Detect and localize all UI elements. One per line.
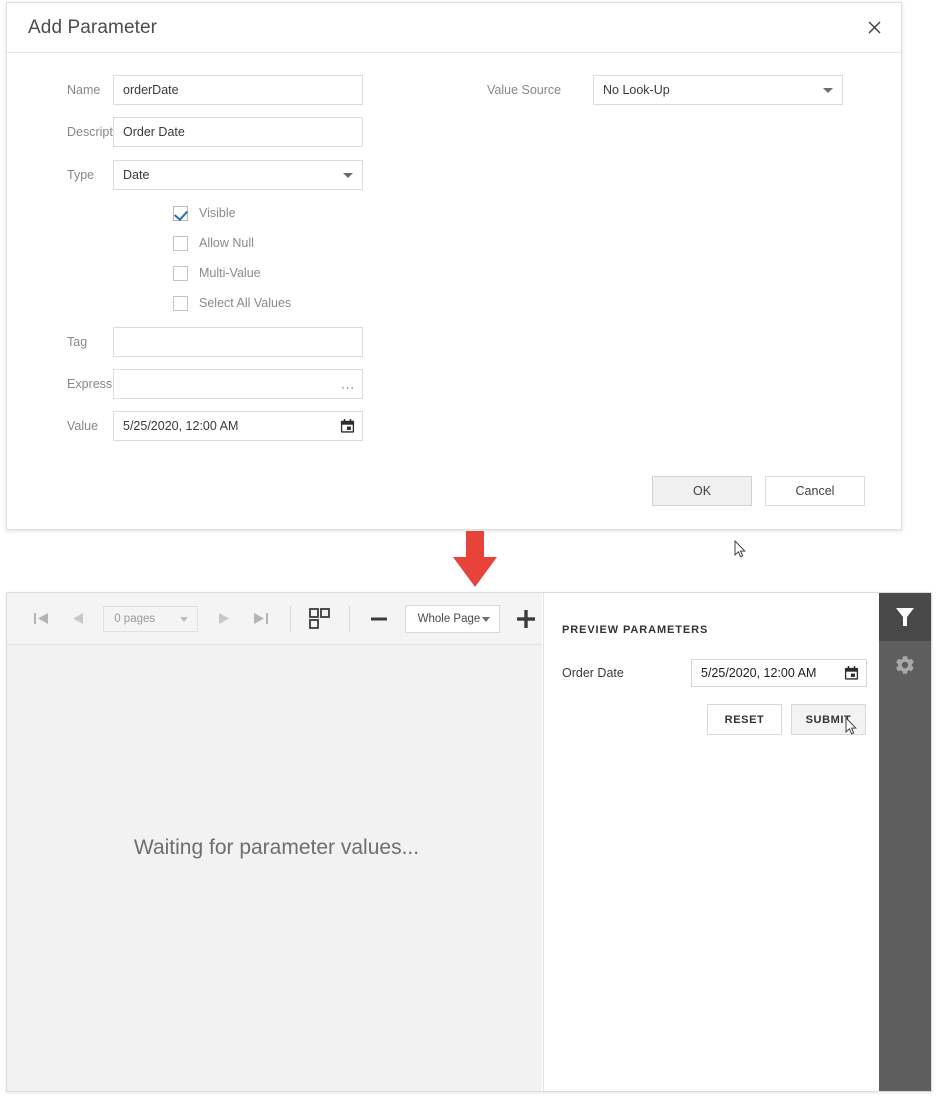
field-tag: Tag	[7, 327, 447, 357]
zoom-level-value: Whole Page	[417, 612, 481, 625]
field-type: Type Date	[7, 160, 447, 190]
preview-param-label: Order Date	[562, 666, 624, 680]
last-page-icon[interactable]	[244, 603, 276, 635]
ok-button[interactable]: OK	[652, 476, 752, 506]
dialog-header: Add Parameter	[7, 3, 901, 53]
chevron-right-icon[interactable]: ❯	[916, 593, 927, 605]
preview-param-input[interactable]	[691, 659, 867, 687]
screenshot-root: Add Parameter Name Description	[0, 0, 938, 1102]
next-page-icon[interactable]	[208, 603, 240, 635]
value-source-label: Value Source	[487, 83, 562, 97]
form-left-column: Name Description Type Date	[7, 53, 447, 453]
toolbar-divider	[348, 605, 350, 632]
previous-page-icon[interactable]	[61, 603, 93, 635]
type-select[interactable]: Date	[113, 160, 363, 190]
checkbox-visible-box[interactable]	[173, 205, 188, 221]
tag-input[interactable]	[113, 327, 363, 357]
value-label: Value	[67, 419, 99, 433]
checkbox-allow-null-label: Allow Null	[199, 236, 254, 250]
description-input[interactable]	[113, 117, 363, 147]
waiting-message: Waiting for parameter values...	[133, 836, 420, 859]
viewer-document-pane: 0 pages Whole Page Waiting for parameter…	[7, 593, 542, 1091]
mouse-cursor	[734, 539, 746, 559]
checkbox-select-all-values-label: Select All Values	[199, 296, 292, 310]
document-canvas: Waiting for parameter values...	[7, 645, 542, 1091]
zoom-in-icon[interactable]	[510, 603, 542, 635]
field-value: Value	[7, 411, 447, 441]
checkbox-multi-value-label: Multi-Value	[199, 266, 261, 280]
first-page-icon[interactable]	[25, 603, 57, 635]
field-value-source: Value Source No Look-Up	[465, 75, 885, 105]
field-expression: Expression ...	[7, 369, 447, 399]
submit-button[interactable]: SUBMIT	[791, 704, 866, 735]
chevron-down-icon	[481, 616, 490, 622]
cancel-button[interactable]: Cancel	[765, 476, 865, 506]
checkbox-visible-label: Visible	[199, 206, 236, 220]
expression-label: Expression	[67, 377, 129, 391]
field-description: Description	[7, 117, 447, 147]
checkbox-visible[interactable]: Visible	[7, 198, 447, 228]
viewer-right-rail: ❯	[879, 593, 931, 1091]
checkbox-allow-null-box[interactable]	[173, 235, 188, 251]
annotation-arrow-icon	[447, 529, 503, 591]
expression-editor-button[interactable]: ...	[341, 378, 355, 391]
close-icon[interactable]	[861, 15, 887, 41]
form-right-column: Value Source No Look-Up	[465, 53, 885, 117]
field-name: Name	[7, 75, 447, 105]
preview-parameters-actions: RESET SUBMIT	[707, 704, 886, 735]
preview-param-order-date: Order Date	[562, 659, 886, 687]
name-label: Name	[67, 83, 101, 97]
calendar-icon[interactable]	[340, 419, 355, 434]
page-title: Add Parameter	[28, 16, 158, 38]
page-count-select[interactable]: 0 pages	[103, 605, 199, 632]
type-label: Type	[67, 168, 95, 182]
value-source-select-value: No Look-Up	[603, 83, 670, 97]
page-count-value: 0 pages	[114, 612, 156, 625]
tag-label: Tag	[67, 335, 88, 349]
type-select-value: Date	[123, 168, 150, 182]
name-input[interactable]	[113, 75, 363, 105]
preview-parameters-title: PREVIEW PARAMETERS	[562, 624, 709, 636]
value-source-select[interactable]: No Look-Up	[593, 75, 843, 105]
zoom-level-select[interactable]: Whole Page	[404, 604, 500, 633]
gear-icon[interactable]	[879, 641, 931, 689]
calendar-icon[interactable]	[844, 666, 859, 681]
checkbox-multi-value[interactable]: Multi-Value	[7, 258, 447, 288]
reset-button[interactable]: RESET	[707, 704, 782, 735]
toolbar-divider	[289, 605, 291, 632]
preview-parameters-panel: PREVIEW PARAMETERS Order Date 5/25/2020,…	[543, 593, 886, 1091]
viewer-toolbar: 0 pages Whole Page	[7, 593, 542, 645]
value-input[interactable]	[113, 411, 363, 441]
checkbox-select-all-values-box[interactable]	[173, 295, 188, 311]
chevron-down-icon	[180, 616, 189, 622]
dialog-body: Name Description Type Date	[7, 53, 901, 558]
expression-input[interactable]	[113, 369, 363, 399]
zoom-out-icon[interactable]	[363, 603, 395, 635]
description-label: Description	[67, 125, 130, 139]
report-viewer: 0 pages Whole Page Waiting for parameter…	[6, 592, 932, 1092]
dialog-button-bar: OK Cancel	[652, 476, 865, 506]
add-parameter-dialog: Add Parameter Name Description	[6, 2, 902, 558]
checkbox-allow-null[interactable]: Allow Null	[7, 228, 447, 258]
checkbox-multi-value-box[interactable]	[173, 265, 188, 281]
checkbox-select-all-values[interactable]: Select All Values	[7, 288, 447, 318]
multipage-view-icon[interactable]	[303, 603, 335, 635]
